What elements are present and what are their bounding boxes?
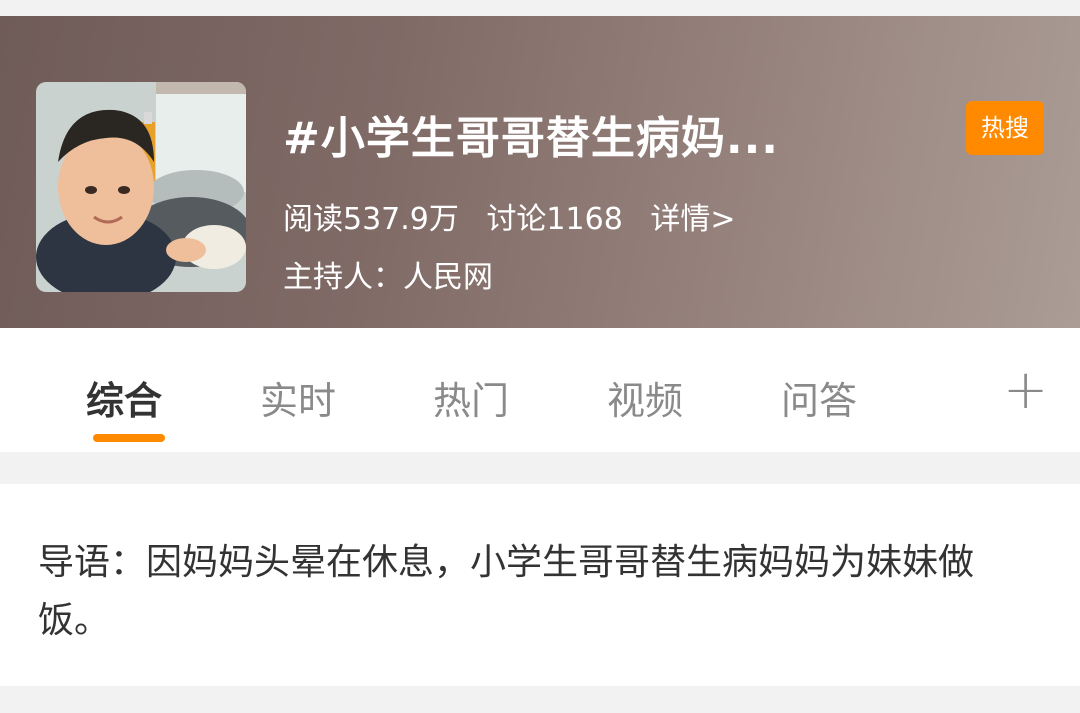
tab-video[interactable]: 视频	[607, 370, 683, 425]
section-divider	[0, 452, 1080, 484]
active-tab-indicator	[93, 434, 165, 442]
details-link[interactable]: 详情>	[650, 202, 735, 237]
status-strip	[0, 0, 1080, 16]
discussion-count: 讨论1168	[486, 202, 623, 237]
bottom-divider	[0, 686, 1080, 713]
intro-text: 导语：因妈妈头晕在休息，小学生哥哥替生病妈妈为妹妹做饭。	[38, 542, 975, 641]
child-photo-image	[36, 82, 246, 292]
read-count: 阅读537.9万	[283, 202, 459, 237]
hot-search-badge: 热搜	[966, 101, 1044, 155]
tab-qa[interactable]: 问答	[781, 370, 857, 425]
host-info: 主持人：人民网	[283, 260, 493, 295]
tab-bar: 综合 实时 热门 视频 问答 +	[0, 328, 1080, 452]
topic-stats: 阅读537.9万 讨论1168 详情>	[283, 194, 753, 238]
tab-comprehensive[interactable]: 综合	[86, 370, 162, 425]
topic-thumbnail[interactable]	[36, 82, 246, 292]
topic-title: #小学生哥哥替生病妈...	[283, 113, 780, 164]
topic-header: #小学生哥哥替生病妈... 热搜 阅读537.9万 讨论1168 详情> 主持人…	[0, 16, 1080, 328]
intro-card: 导语：因妈妈头晕在休息，小学生哥哥替生病妈妈为妹妹做饭。	[0, 484, 1080, 686]
tab-hot[interactable]: 热门	[433, 370, 509, 425]
tab-realtime[interactable]: 实时	[260, 370, 336, 425]
plus-icon[interactable]: +	[1003, 358, 1048, 421]
